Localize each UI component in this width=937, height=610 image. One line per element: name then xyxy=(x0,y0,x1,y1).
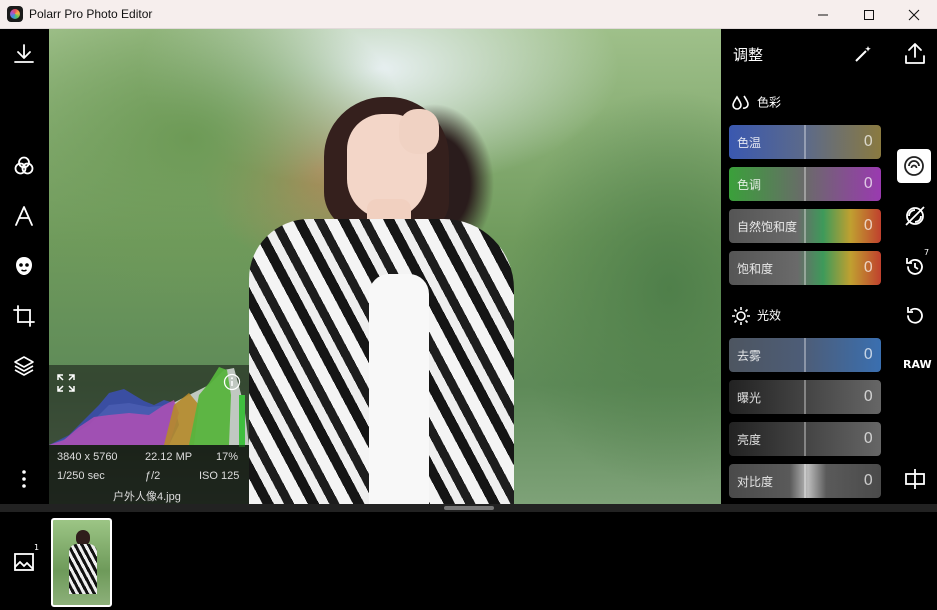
download-icon[interactable] xyxy=(12,42,36,66)
zoom-level: 17% xyxy=(216,451,239,463)
app-title: Polarr Pro Photo Editor xyxy=(29,7,153,21)
more-icon[interactable] xyxy=(12,467,36,491)
left-toolbar xyxy=(0,29,49,504)
app-logo-icon xyxy=(7,6,23,22)
slider-tint[interactable]: 色调 0 xyxy=(729,167,881,201)
slider-value: 0 xyxy=(863,216,873,234)
filename: 户外人像4.jpg xyxy=(113,491,181,503)
color-section-label: 色彩 xyxy=(757,95,782,110)
app-window: Polarr Pro Photo Editor 3840 x 5760 22.1… xyxy=(0,0,937,610)
slider-temperature[interactable]: 色温 0 xyxy=(729,125,881,159)
slider-value: 0 xyxy=(863,429,873,447)
slider-label: 色调 xyxy=(737,178,762,192)
raw-button[interactable]: RAW xyxy=(903,358,932,371)
crop-icon[interactable] xyxy=(12,304,36,328)
info-icon[interactable] xyxy=(223,373,241,391)
slider-label: 亮度 xyxy=(737,433,762,447)
history-count: 7 xyxy=(924,248,930,257)
light-section-label: 光效 xyxy=(757,308,782,323)
filters-icon[interactable] xyxy=(12,154,36,178)
slider-label: 饱和度 xyxy=(737,262,774,276)
magic-wand-icon[interactable] xyxy=(853,44,873,64)
minimize-icon xyxy=(818,14,828,15)
share-icon[interactable] xyxy=(903,42,927,66)
histogram-graph xyxy=(49,367,249,447)
compare-icon[interactable] xyxy=(903,467,927,491)
minimize-button[interactable] xyxy=(800,0,846,29)
close-button[interactable] xyxy=(891,0,937,29)
history-icon[interactable] xyxy=(903,255,927,279)
slider-value: 0 xyxy=(863,258,873,276)
droplets-icon xyxy=(732,95,749,110)
slider-exposure[interactable]: 曝光 0 xyxy=(729,380,881,414)
light-section-header[interactable]: 光效 xyxy=(731,306,781,326)
layers-icon[interactable] xyxy=(12,354,36,378)
sun-icon xyxy=(732,307,750,325)
slider-value: 0 xyxy=(863,387,873,405)
expand-icon[interactable] xyxy=(57,374,75,392)
thumb-coat xyxy=(69,544,97,594)
reset-icon[interactable] xyxy=(903,304,927,328)
shutter-speed: 1/250 sec xyxy=(57,470,105,482)
subject-hand xyxy=(399,109,439,154)
histogram-panel: 3840 x 5760 22.12 MP 17% 1/250 sec ƒ/2 I… xyxy=(49,365,249,504)
slider-label: 对比度 xyxy=(737,475,774,489)
slider-label: 自然饱和度 xyxy=(737,220,798,234)
maximize-icon xyxy=(864,9,874,20)
adjust-panel: 调整 色彩 色温 0 色调 0 自然饱和度 0 饱和度 0 光效 去雾 0 曝光 0 亮度 0 xyxy=(721,29,893,504)
slider-value: 0 xyxy=(863,174,873,192)
title-bar: Polarr Pro Photo Editor xyxy=(0,0,937,29)
filmstrip: 1 xyxy=(0,512,937,610)
slider-vibrance[interactable]: 自然饱和度 0 xyxy=(729,209,881,243)
divider-handle[interactable] xyxy=(444,506,494,510)
slider-value: 0 xyxy=(863,345,873,363)
subject-shirt xyxy=(369,274,429,504)
resolution: 3840 x 5760 xyxy=(57,451,118,463)
slider-value: 0 xyxy=(863,471,873,489)
adjust-icon xyxy=(904,156,924,176)
text-icon[interactable] xyxy=(12,204,36,228)
slider-label: 色温 xyxy=(737,136,762,150)
megapixels: 22.12 MP xyxy=(145,451,193,463)
mask-icon[interactable] xyxy=(903,204,927,228)
photo-thumbnail[interactable] xyxy=(51,518,112,607)
slider-label: 去雾 xyxy=(737,349,762,363)
panel-divider[interactable] xyxy=(0,504,937,512)
slider-brightness[interactable]: 亮度 0 xyxy=(729,422,881,456)
close-icon xyxy=(908,9,920,20)
photo-info: 3840 x 5760 22.12 MP 17% 1/250 sec ƒ/2 I… xyxy=(49,445,249,504)
slider-label: 曝光 xyxy=(737,391,762,405)
slider-dehaze[interactable]: 去雾 0 xyxy=(729,338,881,372)
slider-value: 0 xyxy=(863,132,873,150)
panel-title: 调整 xyxy=(733,46,764,64)
gallery-icon[interactable] xyxy=(13,550,37,574)
slider-contrast[interactable]: 对比度 0 xyxy=(729,464,881,498)
face-icon[interactable] xyxy=(12,254,36,278)
right-toolbar: 7 RAW xyxy=(893,29,937,504)
slider-saturation[interactable]: 饱和度 0 xyxy=(729,251,881,285)
iso: ISO 125 xyxy=(199,470,240,482)
gallery-count: 1 xyxy=(34,543,40,552)
maximize-button[interactable] xyxy=(846,0,892,29)
adjust-button[interactable] xyxy=(897,149,931,183)
aperture: ƒ/2 xyxy=(145,470,161,482)
color-section-header[interactable]: 色彩 xyxy=(731,93,781,113)
